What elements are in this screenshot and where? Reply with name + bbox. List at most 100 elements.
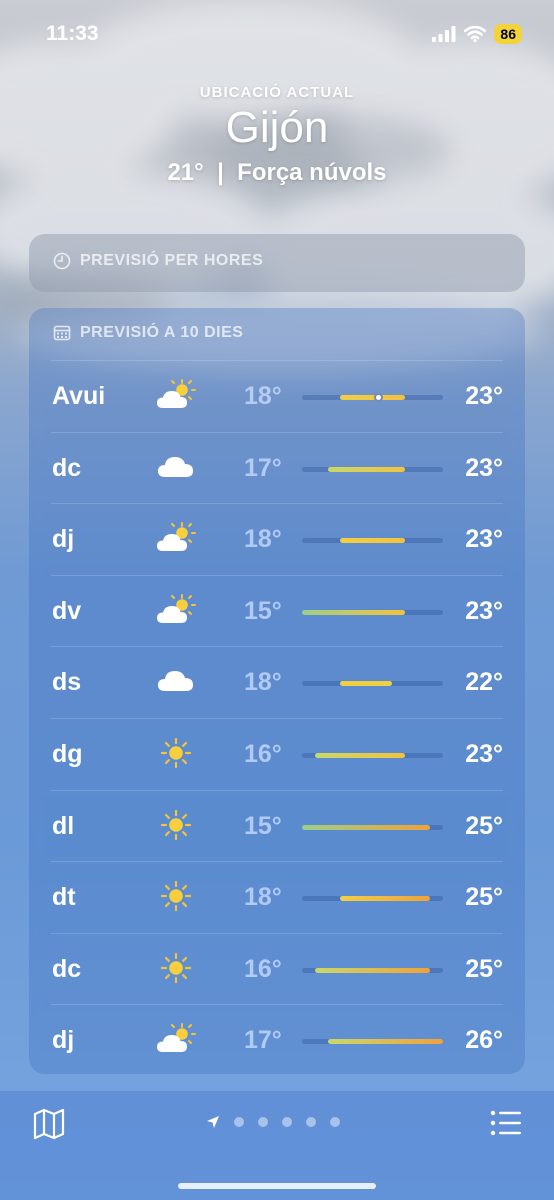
temperature-range-bar [302, 752, 443, 758]
page-dot[interactable] [258, 1117, 268, 1127]
daily-forecast-list: Avui 18° 23° dc 17° 23° dj 18° 23° dv 15° 23° ds 18° 2… [29, 360, 525, 1076]
sun-icon [154, 805, 198, 845]
forecast-day: dc [52, 453, 82, 482]
sun-icon [154, 876, 198, 916]
temperature-range-fill [302, 609, 405, 615]
forecast-row[interactable]: dg 16° 23° [51, 717, 503, 790]
temperature-range-bar [302, 538, 443, 544]
temperature-range-fill [340, 395, 405, 400]
forecast-day: dl [52, 811, 75, 840]
forecast-row[interactable]: dc 16° 25° [51, 932, 503, 1005]
bottom-toolbar [0, 1090, 554, 1200]
temperature-range-fill [340, 681, 392, 687]
temperature-range-bar [302, 1039, 443, 1045]
forecast-row[interactable]: dv 15° 23° [51, 574, 503, 647]
daily-forecast-title: PREVISIÓ A 10 DIES [80, 324, 244, 341]
forecast-row[interactable]: dl 15° 25° [51, 789, 503, 862]
forecast-high: 23° [465, 525, 503, 554]
forecast-low: 17° [244, 1026, 282, 1055]
forecast-high: 25° [465, 883, 503, 912]
forecast-high: 23° [465, 596, 503, 625]
partly-cloudy-icon [154, 375, 198, 415]
partly-cloudy-icon [154, 590, 198, 630]
forecast-day: dt [52, 883, 76, 912]
temperature-range-fill [340, 538, 405, 544]
sun-icon [154, 948, 198, 988]
status-bar: 11:33 86 [0, 0, 554, 70]
signal-icon [432, 26, 456, 42]
summary-separator: | [217, 159, 224, 186]
hourly-forecast-title: PREVISIÓ PER HORES [80, 252, 264, 269]
forecast-high: 26° [465, 1026, 503, 1055]
current-temperature: 21° [167, 159, 204, 186]
temperature-range-bar [302, 466, 443, 472]
status-time: 11:33 [46, 22, 99, 45]
temperature-range-fill [314, 752, 405, 758]
page-dot[interactable] [330, 1117, 340, 1127]
partly-cloudy-icon [154, 518, 198, 558]
forecast-low: 15° [244, 811, 282, 840]
calendar-icon [53, 325, 71, 341]
home-indicator [178, 1183, 376, 1189]
wifi-icon [464, 26, 487, 42]
hourly-forecast-card[interactable]: PREVISIÓ PER HORES [29, 234, 525, 292]
temperature-range-bar [302, 896, 443, 902]
temperature-range-bar [302, 681, 443, 687]
temperature-range-fill [327, 466, 405, 472]
temperature-range-fill [340, 896, 431, 902]
forecast-low: 18° [244, 525, 282, 554]
temperature-range-fill [314, 967, 431, 973]
temperature-range-fill [302, 824, 431, 830]
forecast-day: dj [52, 1026, 75, 1055]
forecast-day: dv [52, 596, 82, 625]
daily-forecast-card: PREVISIÓ A 10 DIES Avui 18° 23° dc 17° 23° dj 1… [29, 308, 525, 1074]
cloud-icon [154, 661, 198, 701]
forecast-row[interactable]: dc 17° 23° [51, 431, 503, 504]
battery-indicator: 86 [494, 24, 522, 44]
forecast-high: 23° [465, 382, 503, 410]
temperature-range-bar [302, 967, 443, 973]
forecast-high: 22° [465, 668, 503, 697]
temperature-range-bar [302, 393, 443, 402]
location-arrow-icon[interactable] [206, 1115, 220, 1129]
forecast-day: ds [52, 668, 82, 697]
forecast-row[interactable]: Avui 18° 23° [51, 360, 503, 432]
forecast-row[interactable]: dj 18° 23° [51, 503, 503, 575]
forecast-day: dg [52, 739, 83, 768]
page-dot[interactable] [306, 1117, 316, 1127]
forecast-row[interactable]: dj 17° 26° [51, 1004, 503, 1076]
forecast-low: 15° [244, 596, 282, 625]
temperature-range-bar [302, 609, 443, 615]
forecast-day: dj [52, 525, 75, 554]
forecast-row[interactable]: dt 18° 25° [51, 861, 503, 933]
forecast-high: 23° [465, 739, 503, 768]
current-summary: 21° | Força núvols [0, 159, 554, 187]
current-temperature-dot [374, 393, 384, 402]
forecast-low: 16° [244, 954, 282, 983]
forecast-low: 17° [244, 453, 282, 482]
sun-icon [154, 733, 198, 773]
city-name: Gijón [225, 103, 329, 152]
forecast-day: dc [52, 954, 82, 983]
forecast-high: 25° [465, 811, 503, 840]
page-dot[interactable] [282, 1117, 292, 1127]
forecast-high: 23° [465, 453, 503, 482]
page-indicator[interactable] [206, 1115, 340, 1129]
partly-cloudy-icon [154, 1019, 198, 1059]
list-icon[interactable] [490, 1109, 522, 1137]
forecast-low: 18° [244, 883, 282, 912]
temperature-range-fill [327, 1039, 443, 1045]
current-condition: Força núvols [237, 159, 387, 186]
temperature-range-bar [302, 824, 443, 830]
cloud-icon [154, 447, 198, 487]
location-header: UBICACIÓ ACTUAL Gijón 21° | Força núvols [0, 84, 554, 187]
forecast-row[interactable]: ds 18° 22° [51, 646, 503, 718]
forecast-low: 16° [244, 739, 282, 768]
clock-icon [53, 252, 71, 270]
forecast-day: Avui [52, 382, 106, 410]
map-icon[interactable] [32, 1107, 66, 1141]
location-label: UBICACIÓ ACTUAL [199, 84, 355, 101]
forecast-low: 18° [244, 382, 282, 410]
forecast-low: 18° [244, 668, 282, 697]
page-dot[interactable] [234, 1117, 244, 1127]
